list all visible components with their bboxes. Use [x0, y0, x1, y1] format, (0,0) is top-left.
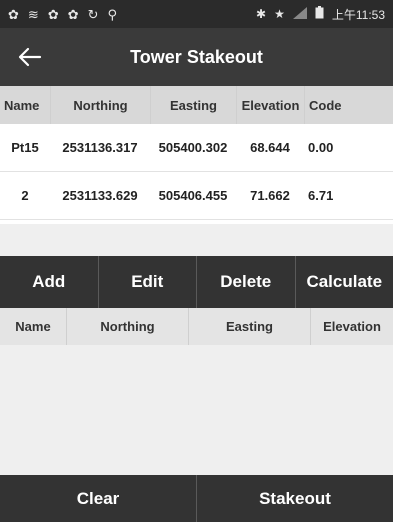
- column-header-name: Name: [4, 97, 40, 113]
- edit-button[interactable]: Edit: [99, 256, 197, 308]
- cell-name: Pt15: [11, 140, 39, 155]
- column-header-code: Code: [304, 86, 393, 124]
- calculate-button[interactable]: Calculate: [296, 256, 393, 308]
- page-title: Tower Stakeout: [130, 46, 263, 67]
- sync-icon: ↻: [87, 6, 99, 22]
- status-bar: ✿ ≋ ✿ ✿ ↻ ⚲ ✱ ★ 上午11:53: [0, 0, 393, 28]
- table-row[interactable]: Pt15 2531136.317 505400.302 68.644 0.00: [0, 124, 393, 172]
- cell-easting: 505400.302: [158, 140, 228, 155]
- cell-name: 2: [21, 188, 29, 203]
- app-header: Tower Stakeout: [0, 28, 393, 86]
- app-icon: ✿: [67, 6, 79, 22]
- clear-button[interactable]: Clear: [0, 475, 197, 522]
- cell-code: 0.00: [308, 140, 334, 155]
- action-button-bar: Add Edit Delete Calculate: [0, 256, 393, 308]
- column-header-elevation: Elevation: [310, 308, 393, 345]
- column-header-easting: Easting: [188, 308, 310, 345]
- results-list[interactable]: [0, 345, 393, 475]
- status-bar-notifications: ✿ ≋ ✿ ✿ ↻ ⚲: [8, 8, 117, 21]
- bluetooth-icon: ✱: [256, 7, 267, 21]
- column-header-easting: Easting: [150, 86, 236, 124]
- footer-button-bar: Clear Stakeout: [0, 475, 393, 522]
- results-table-header: Name Northing Easting Elevation: [0, 308, 393, 345]
- add-button[interactable]: Add: [0, 256, 99, 308]
- status-bar-system: ✱ ★ 上午11:53: [256, 6, 385, 23]
- column-header-name: Name: [15, 319, 51, 334]
- app-icon: ✿: [8, 6, 19, 22]
- battery-icon: [315, 6, 324, 22]
- points-table-header: Name Northing Easting Elevation Code: [0, 86, 393, 124]
- cell-elevation: 71.662: [250, 188, 290, 203]
- cell-elevation: 68.644: [250, 140, 290, 155]
- cell-code: 6.71: [308, 188, 334, 203]
- cell-easting: 505406.455: [158, 188, 228, 203]
- column-header-elevation: Elevation: [236, 86, 304, 124]
- location-icon: ⚲: [107, 6, 118, 22]
- signal-icon: [292, 6, 307, 22]
- table-row[interactable]: 2 2531133.629 505406.455 71.662 6.71: [0, 172, 393, 220]
- stakeout-button[interactable]: Stakeout: [197, 475, 393, 522]
- app-icon: ✿: [47, 6, 59, 22]
- star-icon: ★: [274, 7, 285, 21]
- back-button[interactable]: [10, 38, 50, 76]
- delete-button[interactable]: Delete: [197, 256, 296, 308]
- column-header-northing: Northing: [50, 86, 150, 124]
- wifi-icon: ≋: [27, 6, 39, 22]
- column-header-northing: Northing: [66, 308, 188, 345]
- cell-northing: 2531136.317: [62, 140, 138, 155]
- status-time: 上午11:53: [331, 7, 385, 22]
- points-table-empty-area: [0, 224, 393, 256]
- arrow-left-icon: [18, 47, 42, 67]
- cell-northing: 2531133.629: [62, 188, 138, 203]
